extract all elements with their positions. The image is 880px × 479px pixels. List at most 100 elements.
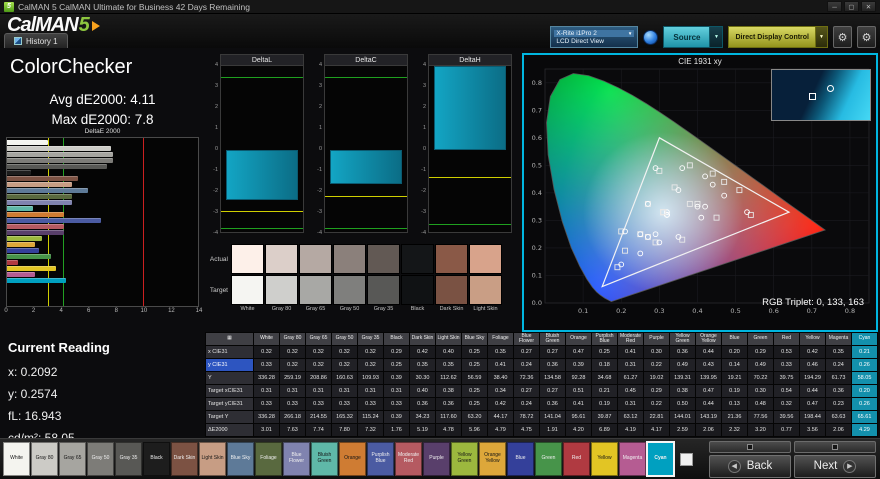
table-cell: 0.53 [773,345,800,359]
table-cell: 2.32 [721,423,748,437]
table-cell: 117.60 [435,410,462,424]
display-control-dropdown[interactable]: Direct Display Control ▼ [728,26,828,48]
deltaH-tick: 3 [422,82,426,89]
meter-selector[interactable]: X-Rite i1Pro 2 ▼ LCD Direct View [550,26,639,48]
patch-button-green[interactable]: Green [535,442,562,476]
row-label[interactable]: ΔE2000 [205,423,254,437]
patch-button-cyan[interactable]: Cyan [646,441,675,477]
row-label[interactable]: Y [205,371,254,385]
column-header[interactable]: Bluish Green [539,332,566,346]
workflow-gear-button[interactable]: ⚙ [857,26,876,48]
close-button[interactable]: ✕ [861,1,876,12]
patch-button-orange-yellow[interactable]: Orange Yellow [479,442,506,476]
patch-button-white[interactable]: White [3,442,30,476]
deltaC-axis: 4 3 2 1 0 -1 -2 -3 -4 [311,62,323,236]
max-de2000-stat: Max dE2000: 7.8 [51,112,154,127]
deltae-bar [7,224,65,229]
deltaC-bar [330,150,402,184]
patch-button-purple[interactable]: Purple [423,442,450,476]
patch-button-purplish-blue[interactable]: Purplish Blue [367,442,394,476]
patch-button-gray-80[interactable]: Gray 80 [31,442,58,476]
maximize-button[interactable]: ▢ [844,1,859,12]
layout-toggle-right[interactable] [794,440,876,453]
table-cell: 0.27 [539,384,566,398]
column-header[interactable]: Foliage [487,332,514,346]
column-header[interactable]: Blue Sky [461,332,488,346]
column-header[interactable]: Green [747,332,774,346]
column-header[interactable]: White [253,332,280,346]
column-header[interactable]: Blue Flower [513,332,540,346]
patch-button-yellow[interactable]: Yellow [591,442,618,476]
table-cell: 44.17 [487,410,514,424]
table-cell: 0.27 [513,384,540,398]
compare-grid: Actual Target White Gray 80 Gray 65 Gray 50 Gr… [205,244,521,313]
table-cell: 0.27 [513,345,540,359]
column-header[interactable]: Cyan [851,332,878,346]
column-header[interactable]: Black [383,332,410,346]
row-label[interactable]: Target xCIE31 [205,384,254,398]
patch-button-orange[interactable]: Orange [339,442,366,476]
column-header[interactable]: Orange Yellow [695,332,722,346]
table-cell: 0.29 [747,345,774,359]
column-header[interactable]: Gray 65 [305,332,332,346]
row-label[interactable]: y CIE31 [205,358,254,372]
back-button[interactable]: ◀ Back [709,454,791,478]
patch-button-blue-flower[interactable]: Blue Flower [283,442,310,476]
deltae-plot [6,137,199,307]
deltae-bar [7,170,31,175]
table-cell: 0.50 [669,397,696,411]
patch-button-light-skin[interactable]: Light Skin [199,442,226,476]
svg-text:0.6: 0.6 [532,134,542,142]
patch-button-bluish-green[interactable]: Bluish Green [311,442,338,476]
column-header[interactable]: Moderate Red [617,332,644,346]
table-cell: 38.40 [487,371,514,385]
row-label[interactable]: x CIE31 [205,345,254,359]
row-label[interactable]: Target yCIE31 [205,397,254,411]
row-label[interactable]: Target Y [205,410,254,424]
patch-button-moderate-red[interactable]: Moderate Red [395,442,422,476]
blank-patch-button[interactable] [680,452,693,466]
deltae-bar [7,236,43,241]
deltae-bar [7,152,113,157]
column-header[interactable]: Gray 80 [279,332,306,346]
column-header[interactable]: Purple [643,332,670,346]
settings-gear-button[interactable]: ⚙ [833,26,852,48]
patch-button-foliage[interactable]: Foliage [255,442,282,476]
patch-button-gray-50[interactable]: Gray 50 [87,442,114,476]
column-header[interactable]: Gray 35 [357,332,384,346]
column-header[interactable]: Blue [721,332,748,346]
patch-button-red[interactable]: Red [563,442,590,476]
deltae-bar [7,206,34,211]
column-header[interactable]: Gray 50 [331,332,358,346]
deltae-bar [7,242,36,247]
patch-button-black[interactable]: Black [143,442,170,476]
column-header[interactable]: Yellow [799,332,826,346]
deltae-tick: 8 [114,308,118,314]
source-dropdown[interactable]: Source ▼ [663,26,724,48]
patch-button-gray-65[interactable]: Gray 65 [59,442,86,476]
column-header[interactable]: Light Skin [435,332,462,346]
deltae-chart: 0 2 4 6 8 10 12 14 [4,137,202,317]
column-header[interactable]: Red [773,332,800,346]
next-button[interactable]: Next ▶ [794,454,876,478]
tab-history-1[interactable]: History 1 [4,33,68,48]
meter-status-icon[interactable] [643,29,659,45]
deltaH-tick: 2 [422,103,426,110]
current-reading-title: Current Reading [8,340,110,355]
layout-toggle-left[interactable] [709,440,791,453]
patch-button-gray-35[interactable]: Gray 35 [115,442,142,476]
svg-text:0.4: 0.4 [692,307,702,315]
patch-button-blue-sky[interactable]: Blue Sky [227,442,254,476]
column-header[interactable]: Dark Skin [409,332,436,346]
patch-button-yellow-green[interactable]: Yellow Green [451,442,478,476]
patch-button-blue[interactable]: Blue [507,442,534,476]
patch-button-dark-skin[interactable]: Dark Skin [171,442,198,476]
column-header[interactable]: Orange [565,332,592,346]
table-cell: 0.32 [773,397,800,411]
minimize-button[interactable]: ─ [827,1,842,12]
column-header[interactable]: Yellow Green [669,332,696,346]
column-header[interactable]: Purplish Blue [591,332,618,346]
patch-button-magenta[interactable]: Magenta [619,442,646,476]
table-cell: 0.33 [773,358,800,372]
column-header[interactable]: Magenta [825,332,852,346]
